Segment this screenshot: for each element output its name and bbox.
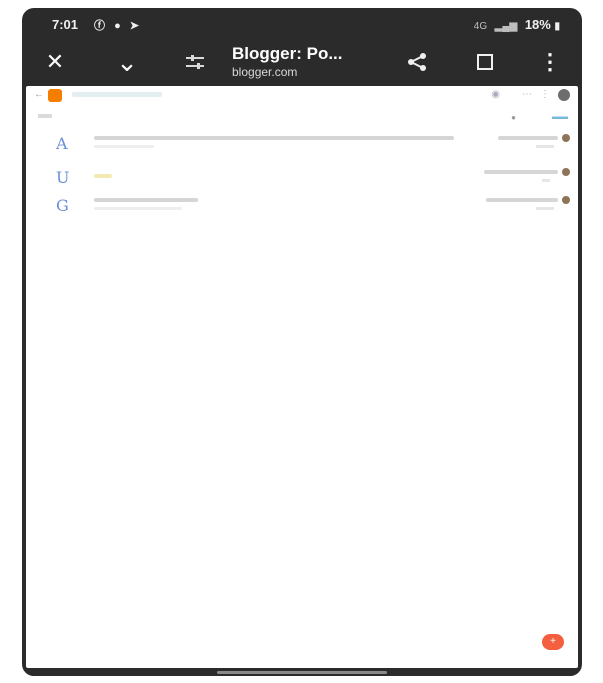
status-time: 7:01 <box>52 17 79 32</box>
view-blog-icon[interactable]: ◉ <box>491 89 500 100</box>
post-stats <box>536 207 554 210</box>
post-stats <box>542 179 550 182</box>
bookmark-icon <box>477 54 493 70</box>
posts-filter-label <box>38 114 52 118</box>
close-button[interactable]: ✕ <box>42 48 68 76</box>
post-date <box>484 170 558 174</box>
post-date <box>498 136 558 140</box>
home-handle[interactable] <box>217 671 387 674</box>
tune-icon <box>186 55 204 69</box>
apps-icon[interactable]: ⋯ <box>522 89 532 100</box>
page-settings-button[interactable] <box>182 48 208 76</box>
signal-icon: ▂▄▆ <box>494 21 518 32</box>
post-author-letter: U <box>56 168 70 187</box>
post-meta <box>94 145 154 148</box>
status-bar: 7:01 ⓕ ● ➤ 4G ▂▄▆ 18% ▮ <box>22 8 582 38</box>
telegram-icon: ➤ <box>129 20 142 32</box>
blogger-app-bar: ← ◉ ⋯ ⋮ <box>26 86 578 108</box>
menu-icon[interactable]: ⋮ <box>540 89 550 100</box>
share-icon <box>408 53 426 71</box>
post-author-avatar <box>562 196 570 204</box>
post-stats <box>536 145 554 148</box>
notification-icons: ⓕ ● ➤ <box>94 17 142 33</box>
facebook-icon: ⓕ <box>94 20 108 32</box>
custom-tab-toolbar: ✕ ⌄ Blogger: Po... blogger.com ⋮ <box>22 38 582 86</box>
post-date <box>486 198 558 202</box>
bookmark-button[interactable] <box>472 48 498 76</box>
battery-icon: ▮ <box>554 21 560 32</box>
close-icon: ✕ <box>45 49 65 74</box>
status-right: 4G ▂▄▆ 18% ▮ <box>474 17 560 32</box>
battery-percent: 18% <box>524 17 551 32</box>
more-options-button[interactable]: ⋮ <box>539 48 561 76</box>
more-vert-icon: ⋮ <box>539 49 561 74</box>
page-title-block[interactable]: Blogger: Po... blogger.com <box>232 44 343 79</box>
post-title <box>94 136 454 140</box>
post-row[interactable]: U <box>26 166 578 192</box>
page-url: blogger.com <box>232 65 298 79</box>
post-author-letter: A <box>56 134 68 153</box>
post-author-avatar <box>562 134 570 142</box>
phone-screen: 7:01 ⓕ ● ➤ 4G ▂▄▆ 18% ▮ ✕ ⌄ Blogger: Po.… <box>22 8 582 676</box>
post-title <box>94 174 112 178</box>
share-button[interactable] <box>404 48 430 76</box>
post-author-letter: G <box>56 196 69 215</box>
chevron-down-icon: ⌄ <box>116 46 138 77</box>
blogger-logo-icon[interactable] <box>48 89 62 102</box>
posts-list-header: ● ▬▬ <box>26 112 578 126</box>
sort-icon[interactable]: ● <box>511 113 516 122</box>
post-row[interactable]: G <box>26 194 578 220</box>
new-post-fab[interactable]: + <box>542 634 564 650</box>
chat-icon: ● <box>114 20 124 32</box>
post-title <box>94 198 198 202</box>
minimize-button[interactable]: ⌄ <box>114 46 140 77</box>
page-title: Blogger: Po... <box>232 44 343 63</box>
gesture-nav-bar <box>22 668 582 676</box>
post-row[interactable]: A <box>26 132 578 158</box>
search-posts-field[interactable] <box>72 92 162 97</box>
post-author-avatar <box>562 168 570 176</box>
new-post-link[interactable]: ▬▬ <box>552 112 568 121</box>
webpage-content: ← ◉ ⋯ ⋮ ● ▬▬ A U G + <box>26 86 578 668</box>
network-indicator: 4G <box>473 21 488 32</box>
add-icon: + <box>550 636 556 647</box>
post-meta <box>94 207 182 210</box>
avatar[interactable] <box>558 89 570 101</box>
back-arrow-icon[interactable]: ← <box>34 89 44 100</box>
